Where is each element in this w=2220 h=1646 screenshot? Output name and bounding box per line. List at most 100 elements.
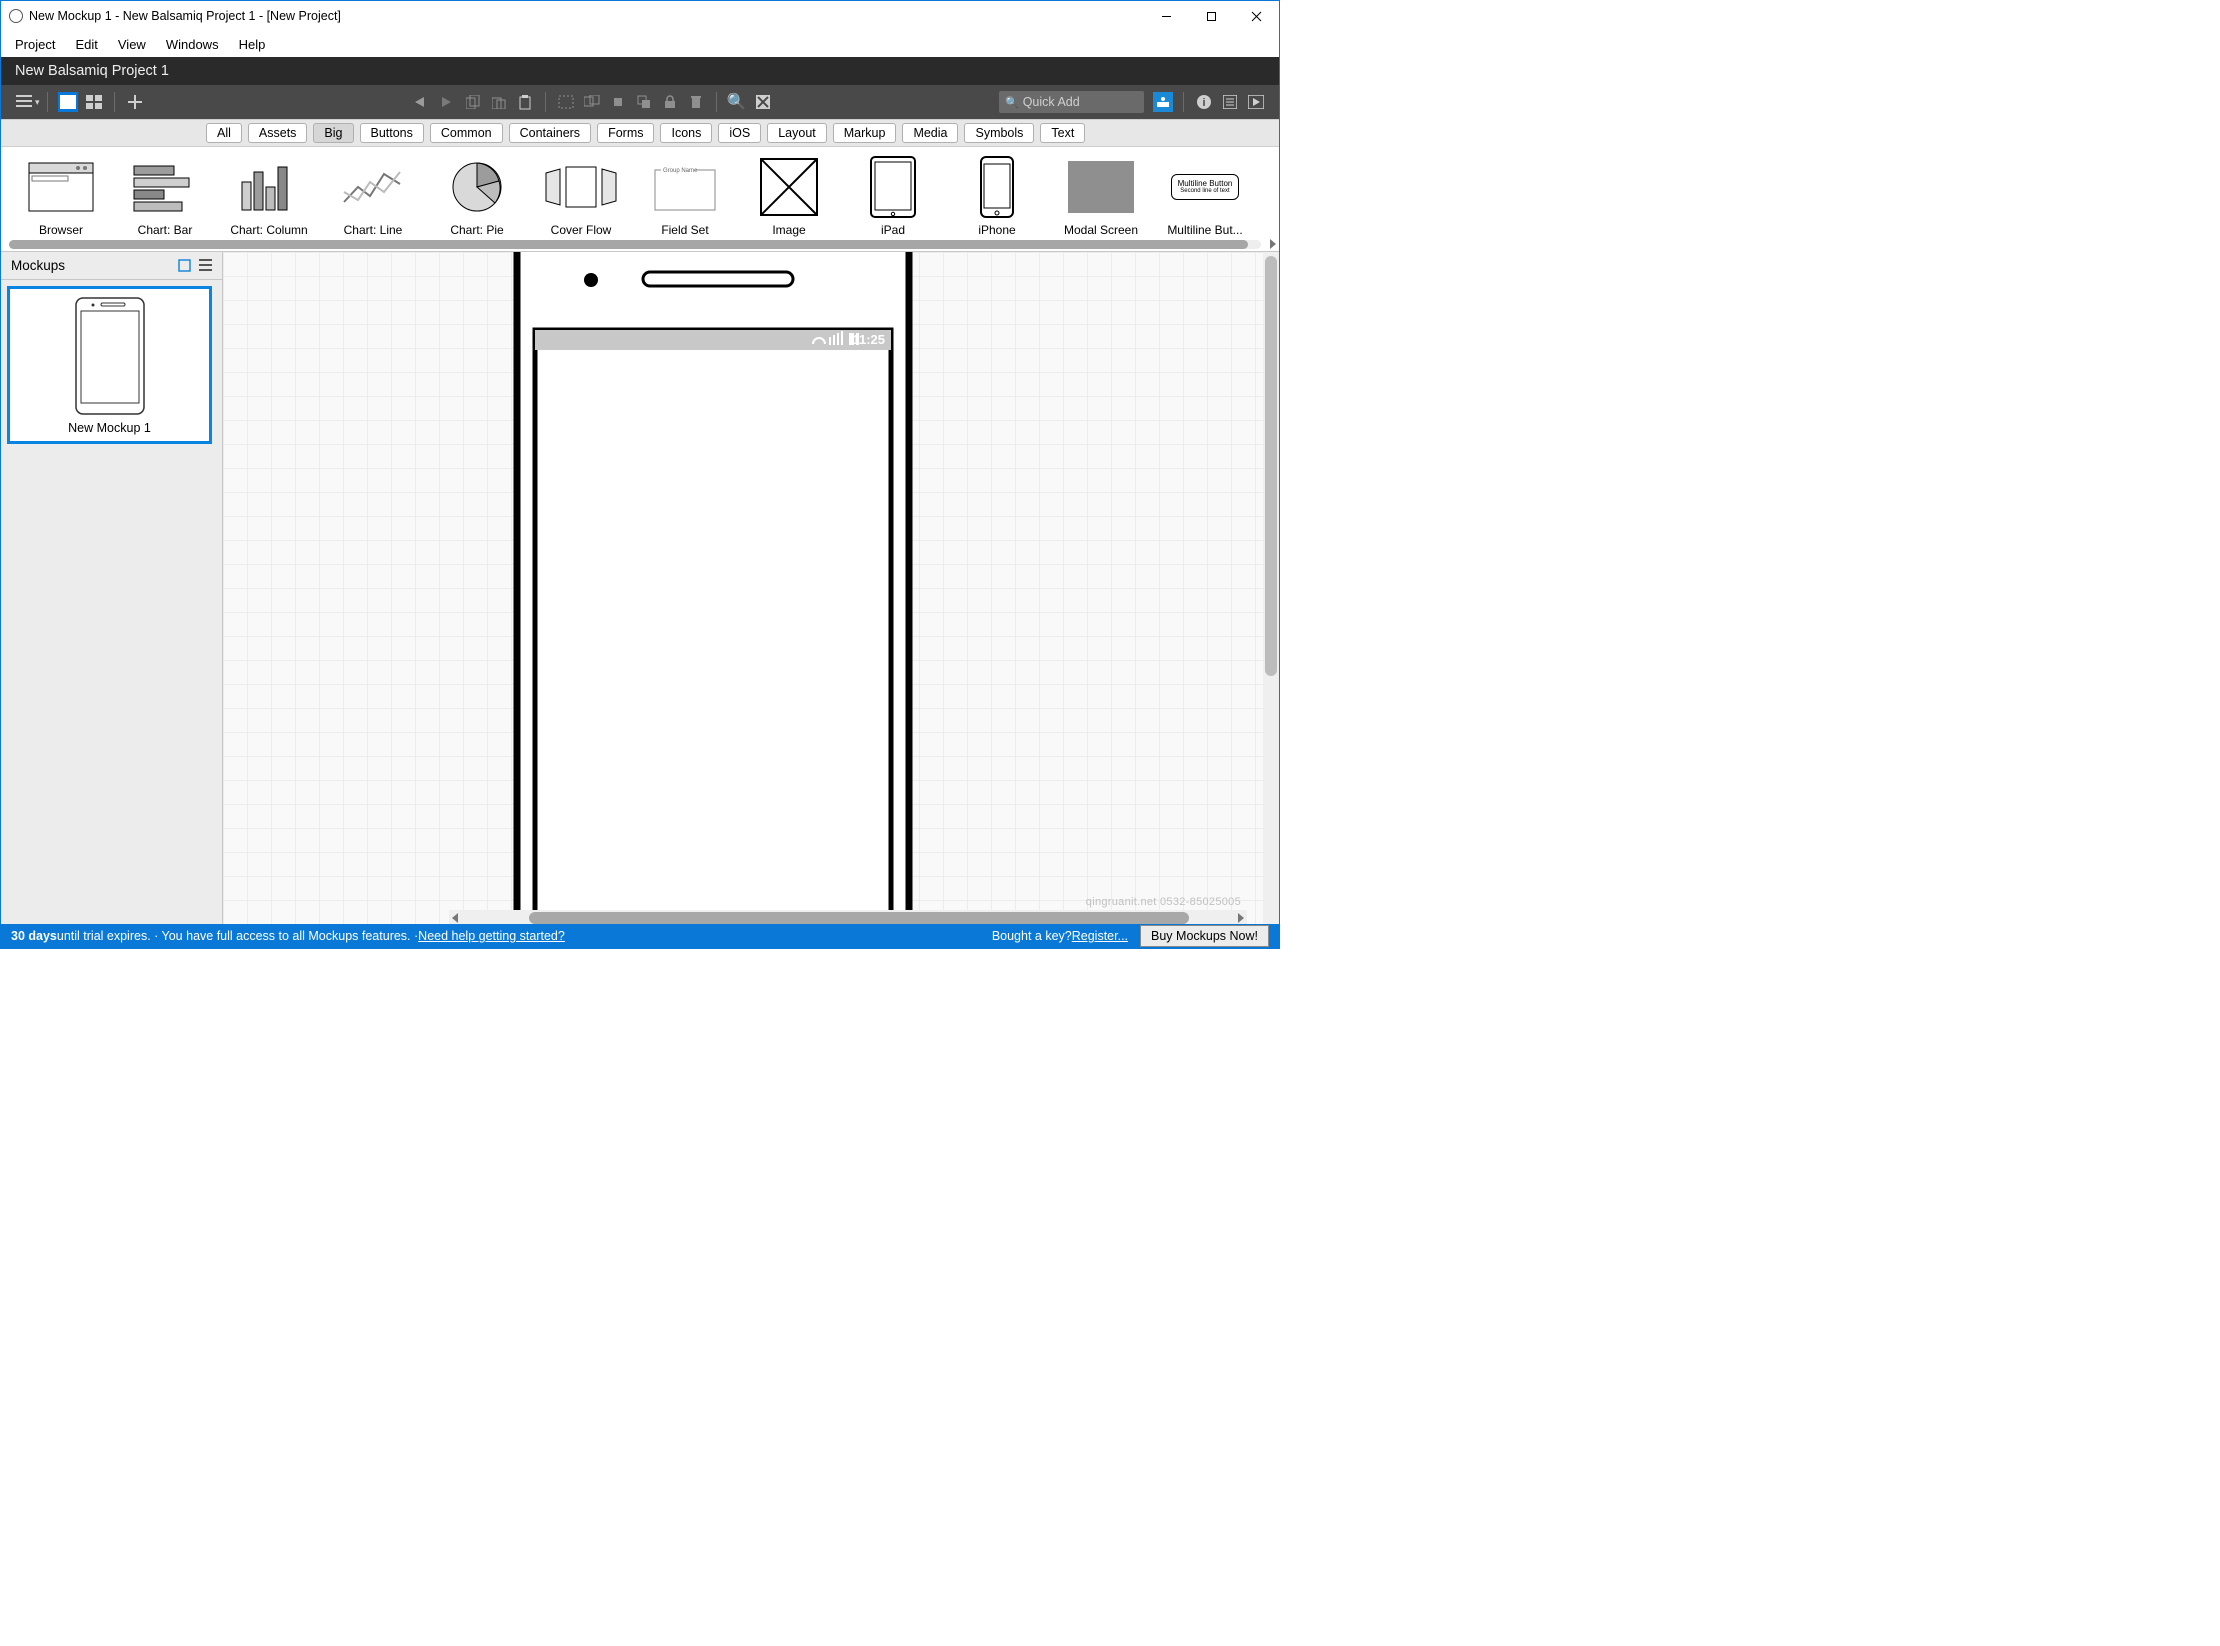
delete-icon[interactable] bbox=[686, 92, 706, 112]
lib-item-chart-pie[interactable]: Chart: Pie bbox=[425, 151, 529, 251]
canvas-v-scrollbar[interactable] bbox=[1263, 252, 1279, 926]
undo-icon[interactable] bbox=[411, 92, 431, 112]
library-scroll-right-icon[interactable] bbox=[1270, 239, 1276, 249]
h-scroll-thumb[interactable] bbox=[529, 912, 1189, 924]
hamburger-caret-icon: ▾ bbox=[35, 97, 40, 108]
lib-item-chart-column[interactable]: Chart: Column bbox=[217, 151, 321, 251]
sidebar-list-view-icon[interactable] bbox=[199, 259, 212, 272]
maximize-button[interactable] bbox=[1189, 1, 1234, 31]
menu-help[interactable]: Help bbox=[229, 34, 276, 55]
filter-all[interactable]: All bbox=[206, 123, 242, 143]
project-name: New Balsamiq Project 1 bbox=[15, 63, 169, 79]
lib-item-ipad[interactable]: iPad bbox=[841, 151, 945, 251]
lock-icon[interactable] bbox=[660, 92, 680, 112]
status-register-link[interactable]: Register... bbox=[1072, 929, 1128, 943]
lib-label: Field Set bbox=[633, 223, 737, 237]
lib-label: iPhone bbox=[945, 223, 1049, 237]
canvas-phone-shape[interactable]: 11:25 bbox=[513, 252, 913, 926]
filter-layout[interactable]: Layout bbox=[767, 123, 827, 143]
send-back-icon[interactable] bbox=[634, 92, 654, 112]
status-days: 30 days bbox=[11, 929, 57, 943]
filter-big[interactable]: Big bbox=[313, 123, 353, 143]
lib-label: Modal Screen bbox=[1049, 223, 1153, 237]
mockups-sidebar: Mockups New Mockup 1 bbox=[1, 252, 223, 926]
filter-buttons[interactable]: Buttons bbox=[360, 123, 424, 143]
lib-item-cover-flow[interactable]: Cover Flow bbox=[529, 151, 633, 251]
status-help-link[interactable]: Need help getting started? bbox=[418, 929, 565, 943]
lib-item-field-set[interactable]: Group Name Field Set bbox=[633, 151, 737, 251]
lib-label: Cover Flow bbox=[529, 223, 633, 237]
buy-mockups-button[interactable]: Buy Mockups Now! bbox=[1140, 925, 1269, 947]
lib-item-image[interactable]: Image bbox=[737, 151, 841, 251]
bring-front-icon[interactable] bbox=[608, 92, 628, 112]
filter-symbols[interactable]: Symbols bbox=[964, 123, 1034, 143]
filter-ios[interactable]: iOS bbox=[718, 123, 761, 143]
toggle-library-icon[interactable] bbox=[1153, 92, 1173, 112]
v-scroll-thumb[interactable] bbox=[1265, 256, 1277, 676]
lib-label: Chart: Column bbox=[217, 223, 321, 237]
lib-label: Chart: Bar bbox=[113, 223, 217, 237]
close-button[interactable] bbox=[1234, 1, 1279, 31]
fullscreen-present-icon[interactable] bbox=[1246, 92, 1266, 112]
watermark-text: qingruanit.net 0532-85025005 bbox=[1086, 896, 1241, 908]
project-header: New Balsamiq Project 1 bbox=[1, 57, 1279, 85]
canvas[interactable]: 11:25 qingruanit.net 0532-85025005 bbox=[223, 252, 1263, 926]
scroll-left-icon[interactable] bbox=[452, 913, 458, 923]
status-rest: until trial expires. · You have full acc… bbox=[57, 929, 418, 943]
filter-text[interactable]: Text bbox=[1040, 123, 1085, 143]
ungroup-icon[interactable] bbox=[582, 92, 602, 112]
filter-icons[interactable]: Icons bbox=[660, 123, 712, 143]
lib-label: Chart: Pie bbox=[425, 223, 529, 237]
sidebar-thumb-view-icon[interactable] bbox=[178, 259, 191, 272]
title-bar: New Mockup 1 - New Balsamiq Project 1 - … bbox=[1, 1, 1279, 31]
filter-forms[interactable]: Forms bbox=[597, 123, 654, 143]
redo-icon[interactable] bbox=[437, 92, 457, 112]
hamburger-icon[interactable] bbox=[14, 92, 34, 112]
library-scrollbar[interactable] bbox=[9, 240, 1261, 249]
filter-containers[interactable]: Containers bbox=[509, 123, 591, 143]
status-bar: 30 days until trial expires. · You have … bbox=[1, 924, 1279, 948]
phone-statusbar-time: 11:25 bbox=[852, 332, 885, 347]
info-icon[interactable]: i bbox=[1194, 92, 1214, 112]
lib-item-browser[interactable]: Browser bbox=[9, 151, 113, 251]
ui-library-strip: Browser Chart: Bar Chart: Column Chart: … bbox=[1, 147, 1279, 252]
markup-toggle-icon[interactable] bbox=[753, 92, 773, 112]
view-panel-left-icon[interactable] bbox=[58, 92, 78, 112]
sidebar-title: Mockups bbox=[11, 258, 65, 273]
group-icon[interactable] bbox=[556, 92, 576, 112]
quick-add-input[interactable]: Quick Add bbox=[999, 91, 1144, 113]
view-grid-icon[interactable] bbox=[84, 92, 104, 112]
svg-text:Group Name: Group Name bbox=[663, 168, 698, 174]
menu-view[interactable]: View bbox=[108, 34, 156, 55]
lib-label: Chart: Line bbox=[321, 223, 425, 237]
menu-project[interactable]: Project bbox=[5, 34, 65, 55]
lib-item-multiline-button[interactable]: Multiline ButtonSecond line of text Mult… bbox=[1153, 151, 1257, 251]
lib-item-modal-screen[interactable]: Modal Screen bbox=[1049, 151, 1153, 251]
clipboard-icon[interactable] bbox=[515, 92, 535, 112]
minimize-button[interactable] bbox=[1144, 1, 1189, 31]
lib-label: Browser bbox=[9, 223, 113, 237]
main-toolbar: ▾ 🔍 Quick Add i bbox=[1, 85, 1279, 119]
filter-common[interactable]: Common bbox=[430, 123, 503, 143]
app-smile-icon bbox=[9, 9, 23, 23]
lib-label: Image bbox=[737, 223, 841, 237]
properties-icon[interactable] bbox=[1220, 92, 1240, 112]
add-mockup-icon[interactable] bbox=[125, 92, 145, 112]
copy-icon[interactable] bbox=[463, 92, 483, 112]
filter-markup[interactable]: Markup bbox=[833, 123, 897, 143]
lib-label: Multiline But... bbox=[1153, 223, 1257, 237]
lib-item-chart-bar[interactable]: Chart: Bar bbox=[113, 151, 217, 251]
menu-edit[interactable]: Edit bbox=[65, 34, 107, 55]
mockup-thumbnail[interactable]: New Mockup 1 bbox=[7, 286, 212, 444]
lib-label: iPad bbox=[841, 223, 945, 237]
lib-item-chart-line[interactable]: Chart: Line bbox=[321, 151, 425, 251]
menu-windows[interactable]: Windows bbox=[156, 34, 229, 55]
paste-icon[interactable] bbox=[489, 92, 509, 112]
lib-item-iphone[interactable]: iPhone bbox=[945, 151, 1049, 251]
scroll-right-icon[interactable] bbox=[1238, 913, 1244, 923]
zoom-icon[interactable]: 🔍 bbox=[727, 92, 747, 112]
window-title: New Mockup 1 - New Balsamiq Project 1 - … bbox=[29, 9, 341, 23]
filter-media[interactable]: Media bbox=[902, 123, 958, 143]
filter-assets[interactable]: Assets bbox=[248, 123, 308, 143]
status-bought-text: Bought a key? bbox=[992, 929, 1072, 943]
